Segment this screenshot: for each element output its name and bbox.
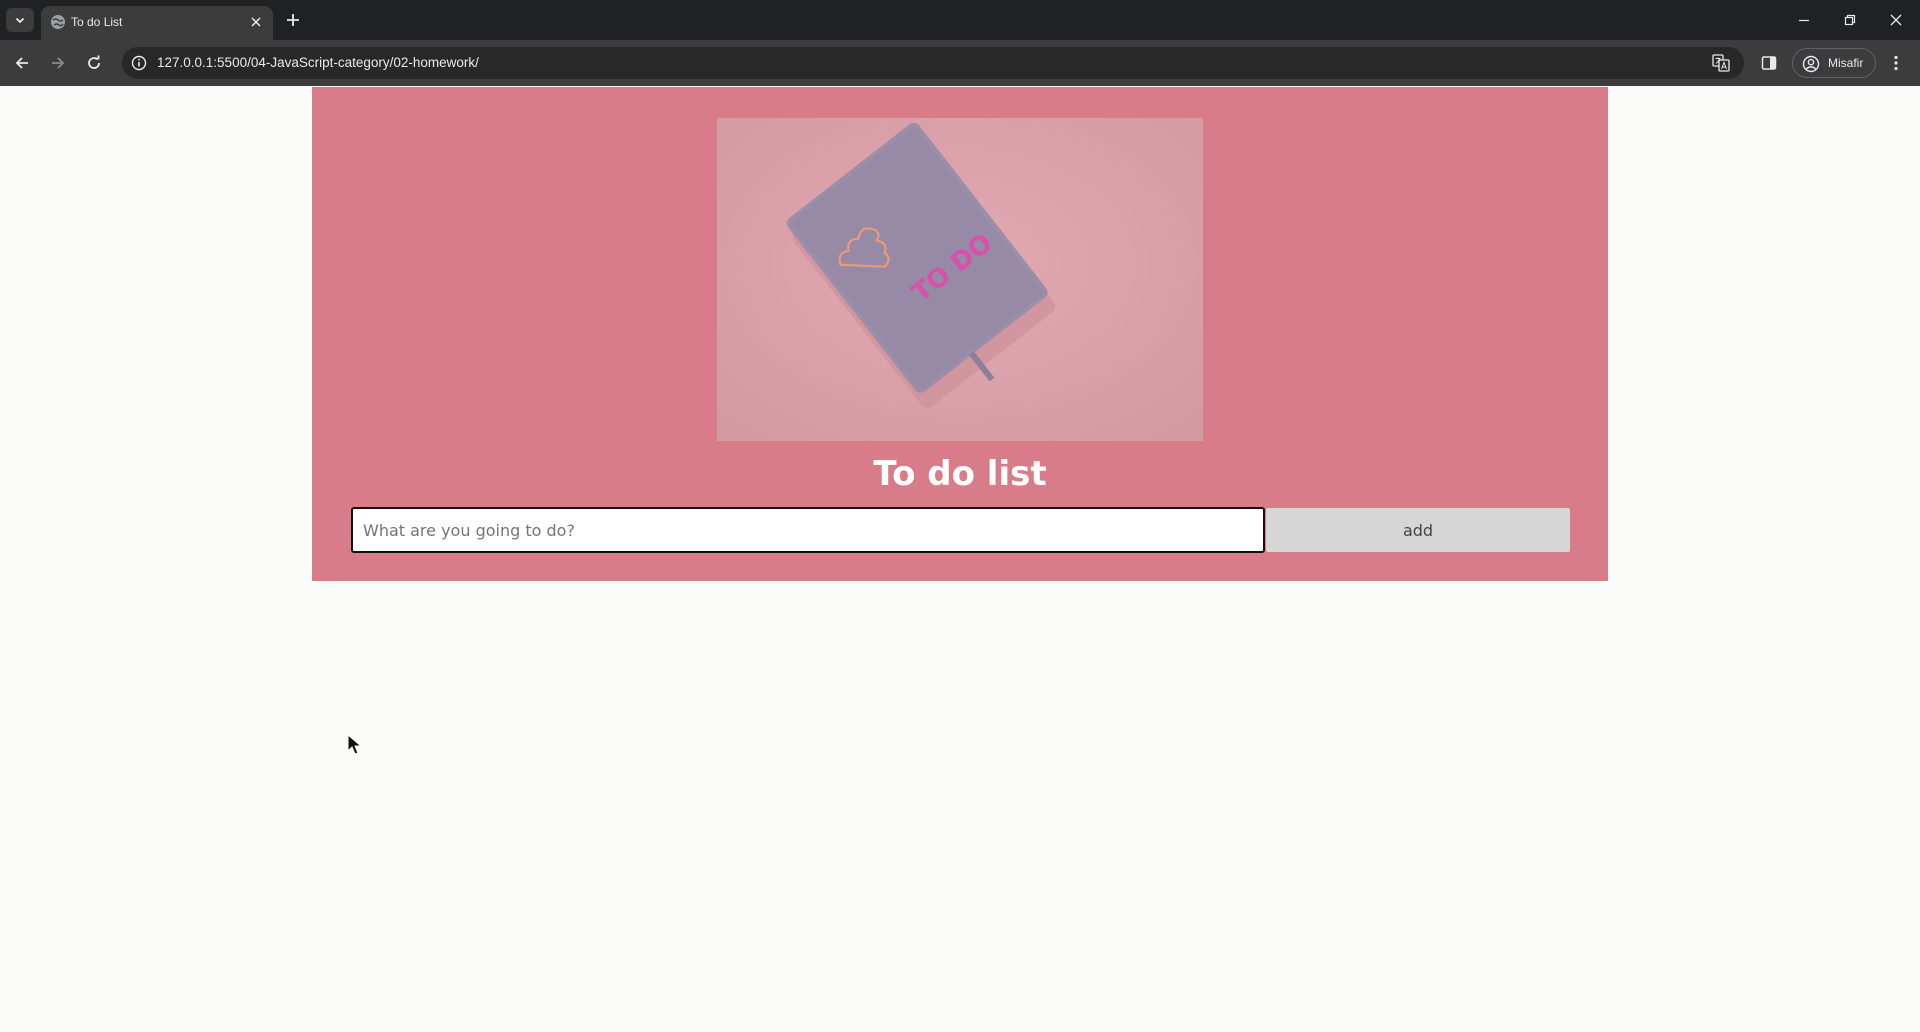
minimize-button[interactable] <box>1788 6 1820 34</box>
translate-icon <box>1712 54 1730 72</box>
globe-icon <box>51 15 65 29</box>
mouse-cursor-icon <box>347 734 363 755</box>
browser-menu-button[interactable] <box>1884 51 1908 75</box>
info-icon <box>131 55 147 71</box>
tab-title: To do List <box>71 15 123 29</box>
new-tab-button[interactable] <box>279 6 307 34</box>
arrow-right-icon <box>52 57 65 69</box>
arrow-left-icon <box>15 57 28 69</box>
todo-notebook-image: TO DO <box>717 118 1203 441</box>
forward-button[interactable] <box>44 49 72 77</box>
restore-button[interactable] <box>1834 6 1866 34</box>
close-icon <box>251 17 261 27</box>
profile-label: Misafir <box>1828 56 1864 70</box>
side-panel-button[interactable] <box>1757 51 1781 75</box>
person-circle-icon <box>1802 55 1820 73</box>
browser-tab-active[interactable]: To do List <box>41 6 273 40</box>
side-panel-icon <box>1761 56 1777 70</box>
page-title: To do list <box>873 454 1047 494</box>
site-info-button[interactable] <box>129 53 149 73</box>
back-button[interactable] <box>8 49 36 77</box>
browser-tabstrip: To do List <box>0 0 1920 40</box>
browser-toolbar: 127.0.0.1:5500/04-JavaScript-category/02… <box>0 40 1920 86</box>
add-button[interactable]: add <box>1266 508 1570 552</box>
todo-input[interactable] <box>351 507 1265 553</box>
address-url: 127.0.0.1:5500/04-JavaScript-category/02… <box>157 55 479 70</box>
chevron-down-icon <box>15 17 25 24</box>
notebook-illustration: TO DO <box>717 118 1203 441</box>
close-icon <box>1890 14 1902 26</box>
tab-close-button[interactable] <box>247 13 265 31</box>
todo-header: TO DO To do list add <box>312 87 1608 581</box>
minimize-icon <box>1799 19 1809 22</box>
address-bar[interactable]: 127.0.0.1:5500/04-JavaScript-category/02… <box>122 47 1744 79</box>
reload-button[interactable] <box>80 49 108 77</box>
page-viewport: TO DO To do list add <box>0 86 1920 1032</box>
close-window-button[interactable] <box>1880 6 1912 34</box>
reload-icon <box>88 55 100 69</box>
profile-button[interactable]: Misafir <box>1792 48 1876 78</box>
tab-search-button[interactable] <box>6 8 34 32</box>
restore-icon <box>1844 14 1856 26</box>
kebab-menu-icon <box>1894 55 1898 71</box>
plus-icon <box>287 14 299 26</box>
translate-button[interactable] <box>1710 52 1732 74</box>
